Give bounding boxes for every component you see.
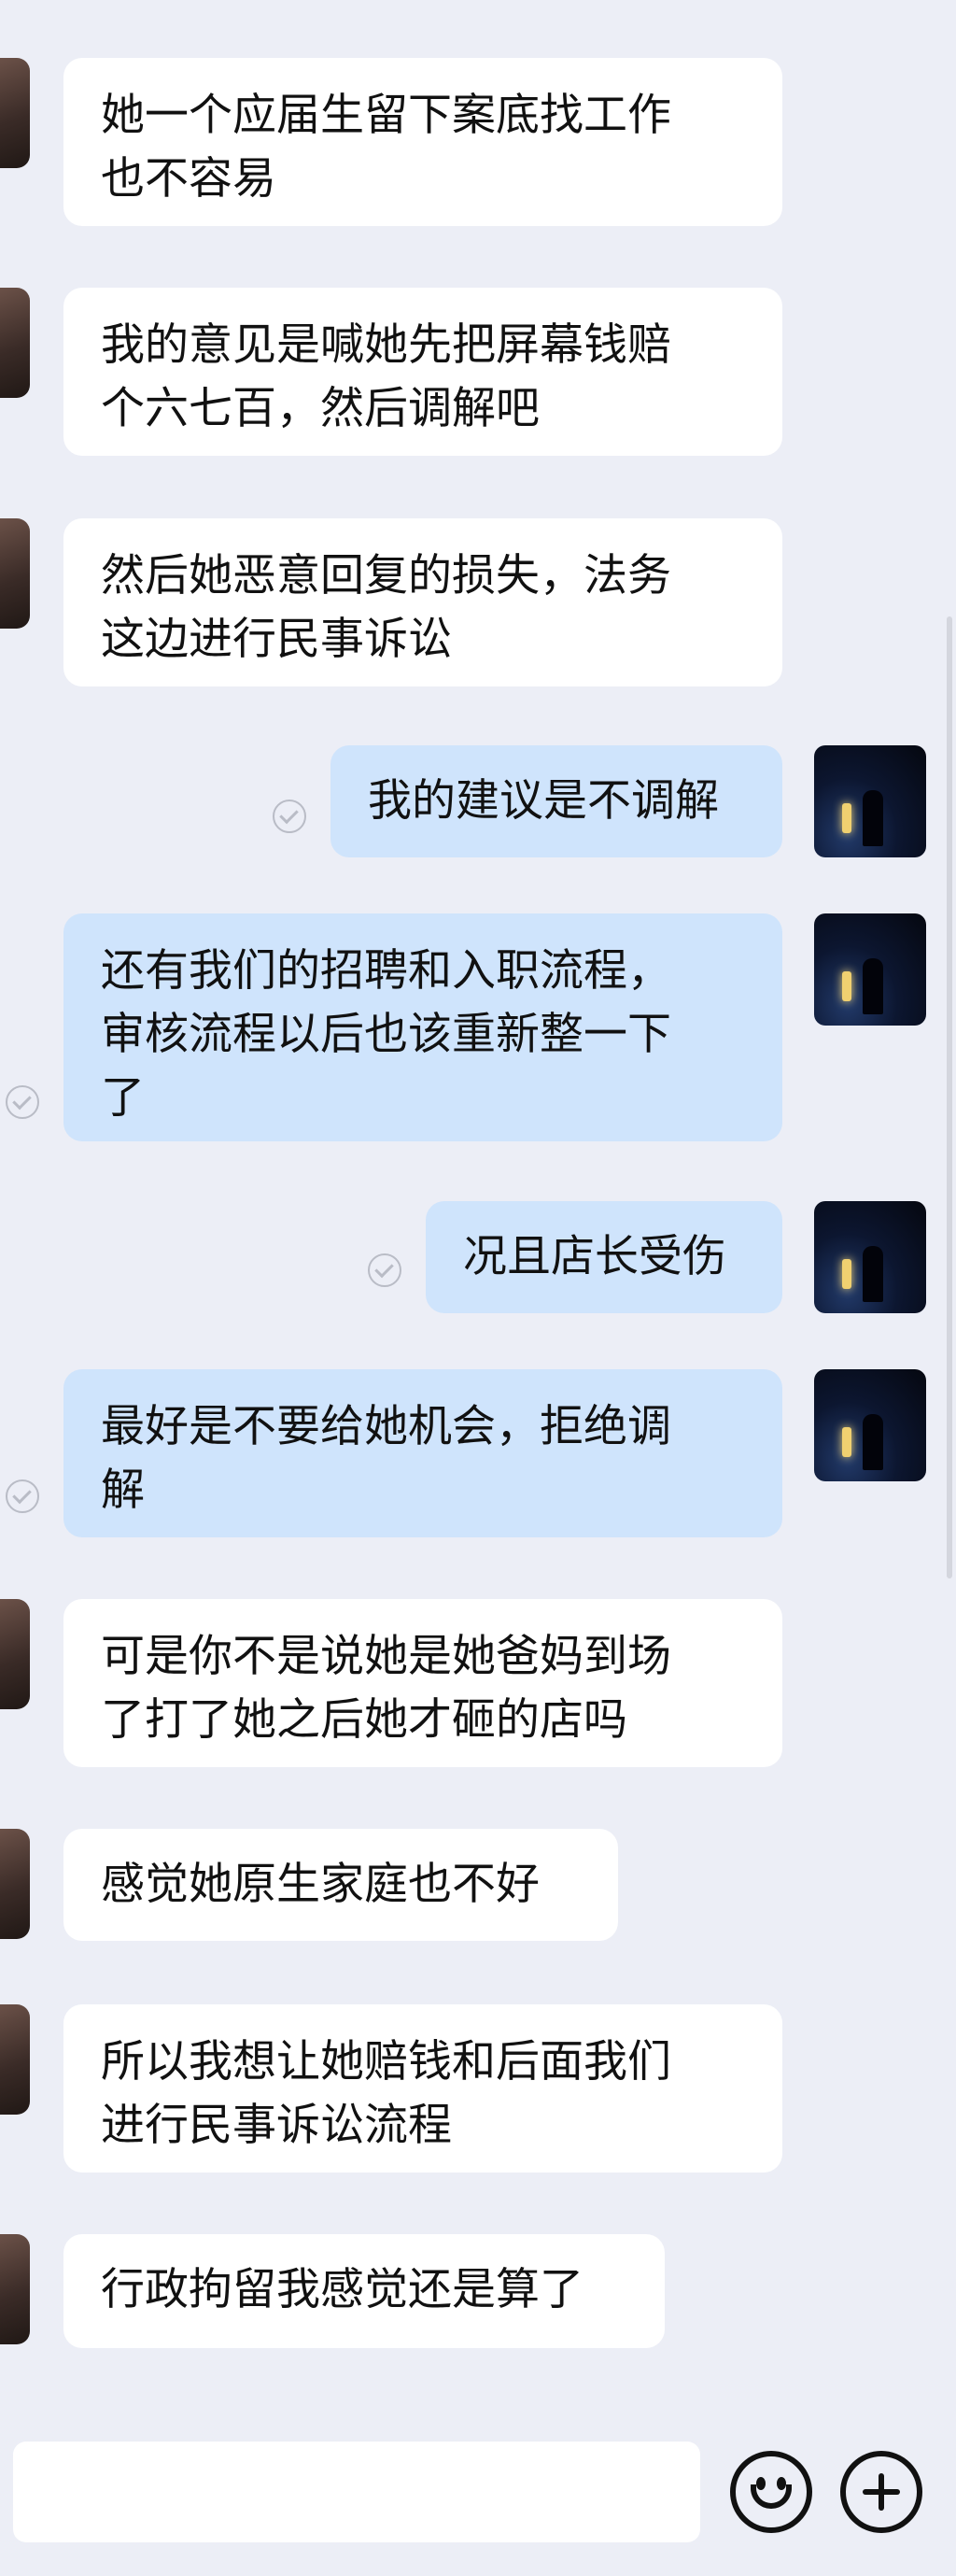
my-avatar[interactable] bbox=[814, 745, 926, 857]
contact-avatar[interactable] bbox=[0, 518, 30, 629]
outgoing-message-bubble[interactable]: 最好是不要给她机会，拒绝调 解 bbox=[63, 1369, 782, 1537]
outgoing-message-bubble[interactable]: 还有我们的招聘和入职流程， 审核流程以后也该重新整一下 了 bbox=[63, 913, 782, 1141]
avatar-figure bbox=[863, 1246, 883, 1302]
avatar-figure bbox=[863, 1414, 883, 1470]
outgoing-message-bubble[interactable]: 况且店长受伤 bbox=[426, 1201, 782, 1313]
check-circle-icon bbox=[6, 1085, 39, 1119]
outgoing-message-bubble[interactable]: 我的建议是不调解 bbox=[330, 745, 782, 857]
my-avatar[interactable] bbox=[814, 1369, 926, 1481]
contact-avatar[interactable] bbox=[0, 1829, 30, 1939]
add-icon[interactable] bbox=[840, 2451, 922, 2533]
incoming-message-bubble[interactable]: 她一个应届生留下案底找工作 也不容易 bbox=[63, 58, 782, 226]
contact-avatar[interactable] bbox=[0, 1599, 30, 1709]
my-avatar[interactable] bbox=[814, 913, 926, 1026]
avatar-light bbox=[842, 1427, 851, 1457]
input-bar bbox=[0, 2410, 956, 2576]
avatar-figure bbox=[863, 790, 883, 846]
incoming-message-bubble[interactable]: 然后她恶意回复的损失，法务 这边进行民事诉讼 bbox=[63, 518, 782, 686]
incoming-message-bubble[interactable]: 我的意见是喊她先把屏幕钱赔 个六七百，然后调解吧 bbox=[63, 288, 782, 456]
check-circle-icon bbox=[273, 800, 306, 833]
avatar-figure bbox=[863, 958, 883, 1014]
chat-message-list[interactable]: 她一个应届生留下案底找工作 也不容易 我的意见是喊她先把屏幕钱赔 个六七百，然后… bbox=[0, 0, 956, 2410]
emoji-icon[interactable] bbox=[730, 2451, 812, 2533]
incoming-message-bubble[interactable]: 可是你不是说她是她爸妈到场 了打了她之后她才砸的店吗 bbox=[63, 1599, 782, 1767]
incoming-message-bubble[interactable]: 所以我想让她赔钱和后面我们 进行民事诉讼流程 bbox=[63, 2004, 782, 2173]
contact-avatar[interactable] bbox=[0, 58, 30, 168]
incoming-message-bubble[interactable]: 行政拘留我感觉还是算了 bbox=[63, 2234, 665, 2348]
avatar-light bbox=[842, 1259, 851, 1289]
scrollbar[interactable] bbox=[947, 616, 952, 1578]
avatar-light bbox=[842, 971, 851, 1001]
emoji-mouth bbox=[751, 2484, 792, 2509]
contact-avatar[interactable] bbox=[0, 2234, 30, 2344]
contact-avatar[interactable] bbox=[0, 2004, 30, 2115]
contact-avatar[interactable] bbox=[0, 288, 30, 398]
incoming-message-bubble[interactable]: 感觉她原生家庭也不好 bbox=[63, 1829, 618, 1941]
plus-vertical bbox=[879, 2473, 884, 2511]
check-circle-icon bbox=[368, 1253, 401, 1287]
check-circle-icon bbox=[6, 1479, 39, 1513]
message-input[interactable] bbox=[13, 2442, 700, 2542]
my-avatar[interactable] bbox=[814, 1201, 926, 1313]
avatar-light bbox=[842, 803, 851, 833]
